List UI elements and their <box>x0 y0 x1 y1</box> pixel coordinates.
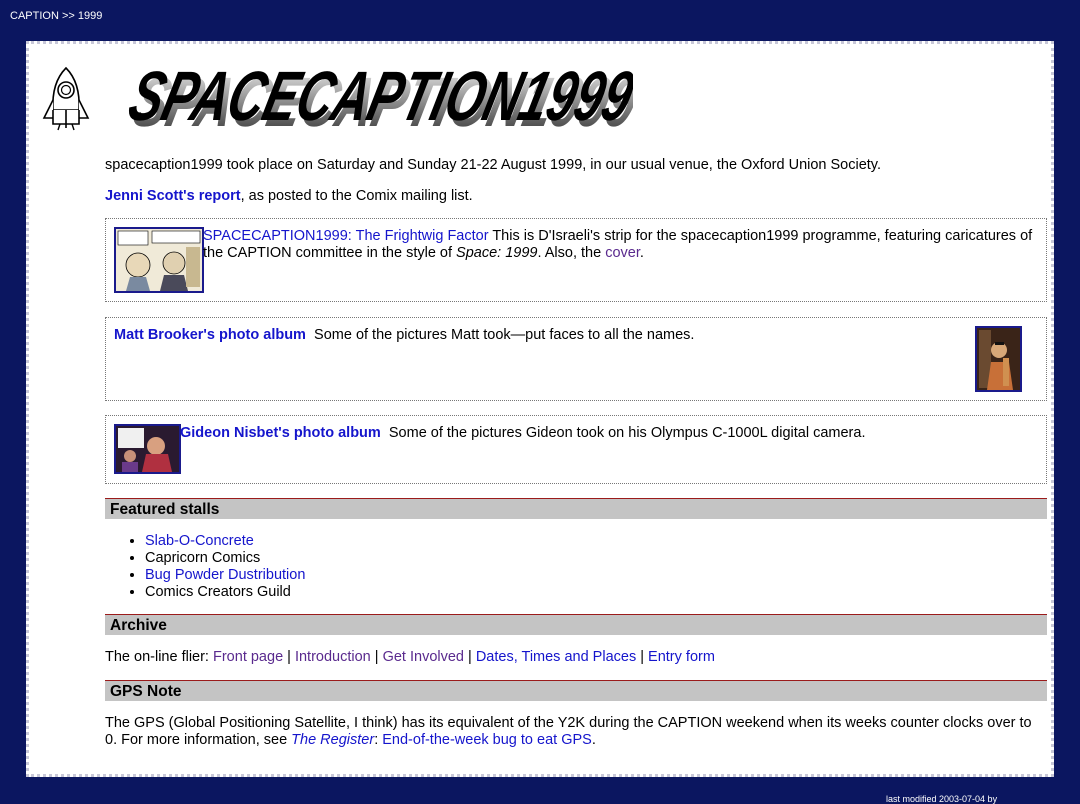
page-content-panel: SPACECAPTION1999 SPACECAPTION1999 spacec… <box>26 41 1054 777</box>
breadcrumb: CAPTION >> 1999 <box>10 10 103 22</box>
last-modified-note: last modified 2003-07-04 by <box>886 794 998 804</box>
slab-o-concrete-link[interactable]: Slab-O-Concrete <box>145 533 254 549</box>
gideon-album-box: Gideon Nisbet's photo album Some of the … <box>105 415 1047 484</box>
spacecaption-logo: SPACECAPTION1999 SPACECAPTION1999 <box>122 58 633 134</box>
bug-powder-dustribution-link[interactable]: Bug Powder Dustribution <box>145 567 305 583</box>
dates-times-places-link[interactable]: Dates, Times and Places <box>476 649 636 665</box>
gps-note-heading: GPS Note <box>105 680 1047 701</box>
introduction-link[interactable]: Introduction <box>295 649 371 665</box>
frightwig-factor-link[interactable]: SPACECAPTION1999: The Frightwig Factor <box>203 228 489 244</box>
matt-album-description: Matt Brooker's photo album Some of the p… <box>114 327 695 343</box>
svg-text:SPACECAPTION1999: SPACECAPTION1999 <box>122 58 633 134</box>
gideon-album-description: Gideon Nisbet's photo album Some of the … <box>180 425 866 441</box>
matt-album-thumbnail[interactable] <box>975 326 1022 392</box>
matt-brooker-album-link[interactable]: Matt Brooker's photo album <box>114 327 306 343</box>
gideon-album-thumbnail[interactable] <box>114 424 181 474</box>
archive-heading: Archive <box>105 614 1047 635</box>
list-item[interactable]: Bug Powder Dustribution <box>145 567 1047 584</box>
list-item: Capricorn Comics <box>145 550 1047 567</box>
featured-stalls-list: Slab-O-Concrete Capricorn Comics Bug Pow… <box>105 533 1047 601</box>
list-item[interactable]: Slab-O-Concrete <box>145 533 1047 550</box>
strip-thumbnail[interactable] <box>114 227 204 293</box>
strip-box: SPACECAPTION1999: The Frightwig Factor T… <box>105 218 1047 302</box>
intro-text: spacecaption1999 took place on Saturday … <box>105 157 882 173</box>
jenni-scott-report-link[interactable]: Jenni Scott's report <box>105 188 241 204</box>
report-text: , as posted to the Comix mailing list. <box>240 188 473 204</box>
gps-note-text: The GPS (Global Positioning Satellite, I… <box>105 715 1032 748</box>
rocket-icon <box>42 66 90 131</box>
gideon-nisbet-album-link[interactable]: Gideon Nisbet's photo album <box>180 425 381 441</box>
featured-stalls-heading: Featured stalls <box>105 498 1047 519</box>
entry-form-link[interactable]: Entry form <box>648 649 715 665</box>
list-item: Comics Creators Guild <box>145 584 1047 601</box>
front-page-link[interactable]: Front page <box>213 649 283 665</box>
gps-bug-article-link[interactable]: End-of-the-week bug to eat GPS <box>382 732 592 748</box>
get-involved-link[interactable]: Get Involved <box>383 649 464 665</box>
space-1999-title: Space: 1999 <box>456 245 538 261</box>
matt-album-box: Matt Brooker's photo album Some of the p… <box>105 317 1047 401</box>
strip-description: SPACECAPTION1999: The Frightwig Factor T… <box>203 228 1033 261</box>
report-line: Jenni Scott's report, as posted to the C… <box>105 188 1047 205</box>
archive-flier-line: The on-line flier: Front page | Introduc… <box>105 649 715 665</box>
cover-link[interactable]: cover <box>605 245 640 261</box>
the-register-link[interactable]: The Register <box>291 732 374 748</box>
